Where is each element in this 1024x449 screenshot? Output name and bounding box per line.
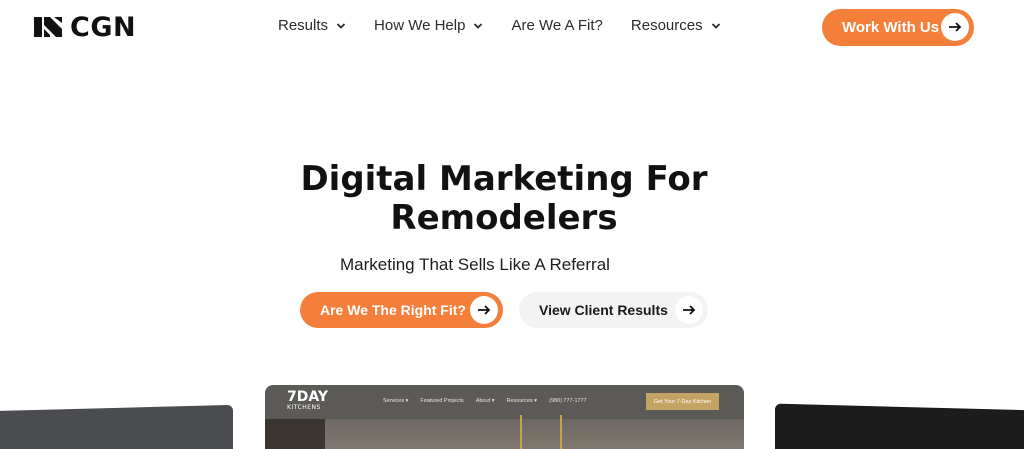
hero-title-line-2: Remodelers <box>390 198 618 238</box>
nav-item-label: Resources <box>630 17 703 34</box>
work-with-us-button[interactable]: Work With Us <box>822 9 974 46</box>
preview-nav-item: (980) 777-1777 <box>549 398 587 404</box>
view-client-results-button[interactable]: View Client Results <box>519 292 708 328</box>
hero-title: Digital Marketing For Remodelers <box>0 160 1008 238</box>
arrow-right-icon <box>675 296 703 324</box>
preview-cta: Get Your 7-Day Kitchen <box>646 393 719 410</box>
nav-item-resources[interactable]: Resources <box>631 17 721 34</box>
portfolio-preview-center[interactable]: 7DAY KITCHENS Services ▾ Featured Projec… <box>265 385 744 449</box>
hero-title-line-1: Digital Marketing For <box>300 159 708 199</box>
nav-item-are-we-a-fit[interactable]: Are We A Fit? <box>511 17 602 34</box>
arrow-right-icon <box>941 13 969 41</box>
hero-subtitle: Marketing That Sells Like A Referral <box>340 255 610 274</box>
preview-nav: Services ▾ Featured Projects About ▾ Res… <box>383 398 599 404</box>
chevron-down-icon <box>711 22 720 29</box>
button-label: Are We The Right Fit? <box>320 302 466 318</box>
button-label: Work With Us <box>842 19 940 36</box>
main-nav: Results How We Help Are We A Fit? Resour… <box>278 17 749 34</box>
logo-text: CGN <box>70 11 137 43</box>
preview-logo-main: 7DAY <box>287 389 328 405</box>
nav-item-label: Results <box>278 17 329 34</box>
cgn-logo-mark-icon <box>34 17 62 37</box>
button-label: View Client Results <box>539 302 668 318</box>
preview-pendant-lamp <box>520 415 522 449</box>
logo[interactable]: CGN <box>34 11 137 43</box>
preview-nav-item: About ▾ <box>475 398 495 404</box>
preview-nav-item: Services ▾ <box>383 398 409 404</box>
site-header: CGN Results How We Help Are We A Fit? Re… <box>0 0 1024 56</box>
nav-item-results[interactable]: Results <box>278 17 346 34</box>
chevron-down-icon <box>474 22 483 29</box>
are-we-the-right-fit-button[interactable]: Are We The Right Fit? <box>300 292 503 328</box>
preview-ceiling-beam <box>265 419 325 449</box>
arrow-right-icon <box>470 296 498 324</box>
portfolio-preview-right[interactable] <box>775 403 1024 449</box>
preview-pendant-lamp <box>560 415 562 449</box>
preview-logo-sub: KITCHENS <box>287 404 321 411</box>
nav-item-label: Are We A Fit? <box>511 17 603 34</box>
chevron-down-icon <box>336 22 346 29</box>
nav-item-label: How We Help <box>374 17 466 34</box>
preview-logo: 7DAY KITCHENS <box>287 389 328 411</box>
portfolio-preview-left[interactable] <box>0 404 233 449</box>
nav-item-how-we-help[interactable]: How We Help <box>374 17 483 34</box>
preview-nav-item: Resources ▾ <box>506 398 538 404</box>
preview-kitchen-image <box>265 419 744 449</box>
preview-nav-item: Featured Projects <box>420 398 464 404</box>
